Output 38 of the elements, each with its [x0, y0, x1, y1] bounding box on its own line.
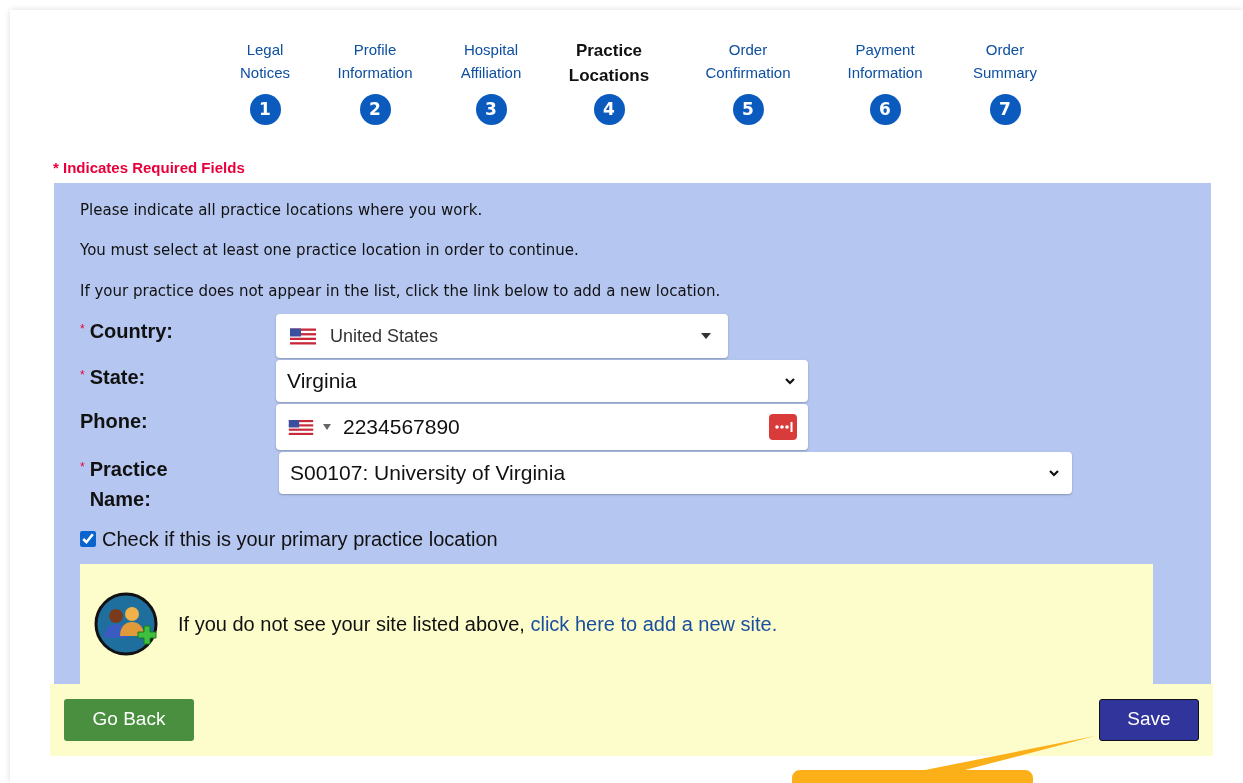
- checkbox-label: Check if this is your primary practice location: [102, 527, 498, 552]
- state-dropdown[interactable]: Virginia: [276, 360, 808, 402]
- field-label: Country:: [89, 319, 174, 344]
- caret-icon: [700, 332, 712, 340]
- password-manager-icon[interactable]: [769, 414, 797, 440]
- phone-field[interactable]: 2234567890: [276, 404, 808, 450]
- step-label[interactable]: Profile Information: [337, 38, 413, 88]
- field-value: United States: [330, 324, 439, 348]
- step-label[interactable]: Order Confirmation: [705, 38, 791, 88]
- save-button[interactable]: Save: [1099, 698, 1199, 741]
- field-label: Practice Name:: [89, 457, 169, 512]
- country-dropdown[interactable]: United States: [276, 314, 728, 358]
- instruction-text: Please indicate all practice locations where you work.: [80, 199, 484, 221]
- flag-icon: [290, 327, 316, 345]
- add-site-text: If you do not see your site listed above, click here to add a new site.: [178, 611, 778, 637]
- caret-icon: [323, 424, 331, 430]
- users-add-icon: [94, 591, 158, 656]
- field-value: S00107: University of Virginia: [290, 460, 566, 487]
- step-label[interactable]: Legal Notices: [240, 38, 290, 88]
- instruction-text: You must select at least one practice location in order to continue.: [80, 240, 580, 261]
- step-label[interactable]: Order Summary: [972, 38, 1038, 88]
- flag-icon: [287, 419, 315, 435]
- field-label: Phone:: [80, 409, 149, 434]
- required-marker: *: [80, 321, 85, 338]
- instruction-text: If your practice does not appear in the list, click the link below to add a new location.: [80, 280, 722, 302]
- required-note: * Indicates Required Fields: [53, 158, 246, 178]
- primary-checkbox[interactable]: [80, 531, 96, 547]
- practice-dropdown[interactable]: S00107: University of Virginia: [279, 452, 1072, 494]
- step-label[interactable]: Payment Information: [847, 38, 923, 88]
- step-label[interactable]: Hospital Affiliation: [460, 38, 522, 88]
- field-value: 2234567890: [343, 414, 460, 441]
- add-site-link[interactable]: click here to add a new site.: [530, 612, 778, 635]
- field-label: State:: [89, 365, 147, 390]
- step-label[interactable]: Practice Locations: [568, 38, 650, 88]
- required-marker: *: [80, 367, 85, 384]
- field-value: Virginia: [287, 368, 357, 395]
- required-marker: *: [80, 459, 85, 476]
- go-back-button[interactable]: Go Back: [64, 698, 194, 741]
